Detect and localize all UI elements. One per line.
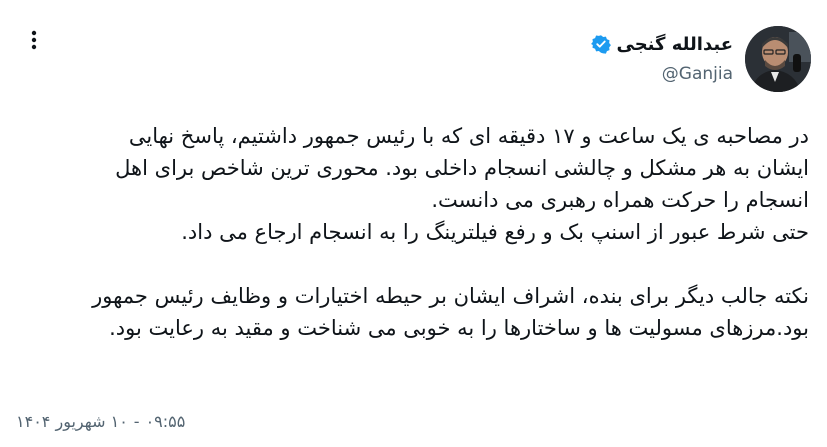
tweet-line: نکته جالب دیگر برای بنده، اشراف ایشان بر…	[92, 284, 809, 308]
author-block: عبدالله گنجی @Ganjia	[590, 32, 734, 84]
tweet-header: عبدالله گنجی @Ganjia	[16, 26, 811, 98]
author-handle[interactable]: @Ganjia	[591, 64, 733, 84]
tweet-text: در مصاحبه ی یک ساعت و ۱۷ دقیقه ای که با …	[14, 120, 809, 344]
tweet-card: عبدالله گنجی @Ganjia در مصاحبه ی یک ساعت…	[0, 0, 827, 447]
tweet-time: ۰۹:۵۵	[145, 412, 186, 431]
tweet-line: بود.مرزهای مسولیت ها و ساختارها را به خو…	[109, 316, 809, 340]
avatar-image	[745, 26, 811, 92]
verified-badge-icon	[590, 34, 611, 54]
name-row: عبدالله گنجی	[590, 32, 734, 56]
tweet-line: در مصاحبه ی یک ساعت و ۱۷ دقیقه ای که با …	[128, 124, 809, 148]
tweet-line: ایشان به هر مشکل و چالشی انسجام داخلی بو…	[115, 156, 809, 180]
tweet-line: انسجام را حرکت همراه رهبری می دانست.	[431, 188, 809, 212]
tweet-date: ۱۰ شهریور ۱۴۰۴	[16, 412, 128, 431]
tweet-line: حتی شرط عبور از اسنپ بک و رفع فیلترینگ ر…	[181, 220, 809, 244]
avatar[interactable]	[745, 26, 811, 92]
tweet-timestamp[interactable]: ۰۹:۵۵ - ۱۰ شهریور ۱۴۰۴	[16, 412, 185, 431]
more-vertical-icon[interactable]	[22, 28, 46, 52]
author-display-name[interactable]: عبدالله گنجی	[617, 34, 734, 55]
timestamp-separator: -	[133, 412, 140, 431]
